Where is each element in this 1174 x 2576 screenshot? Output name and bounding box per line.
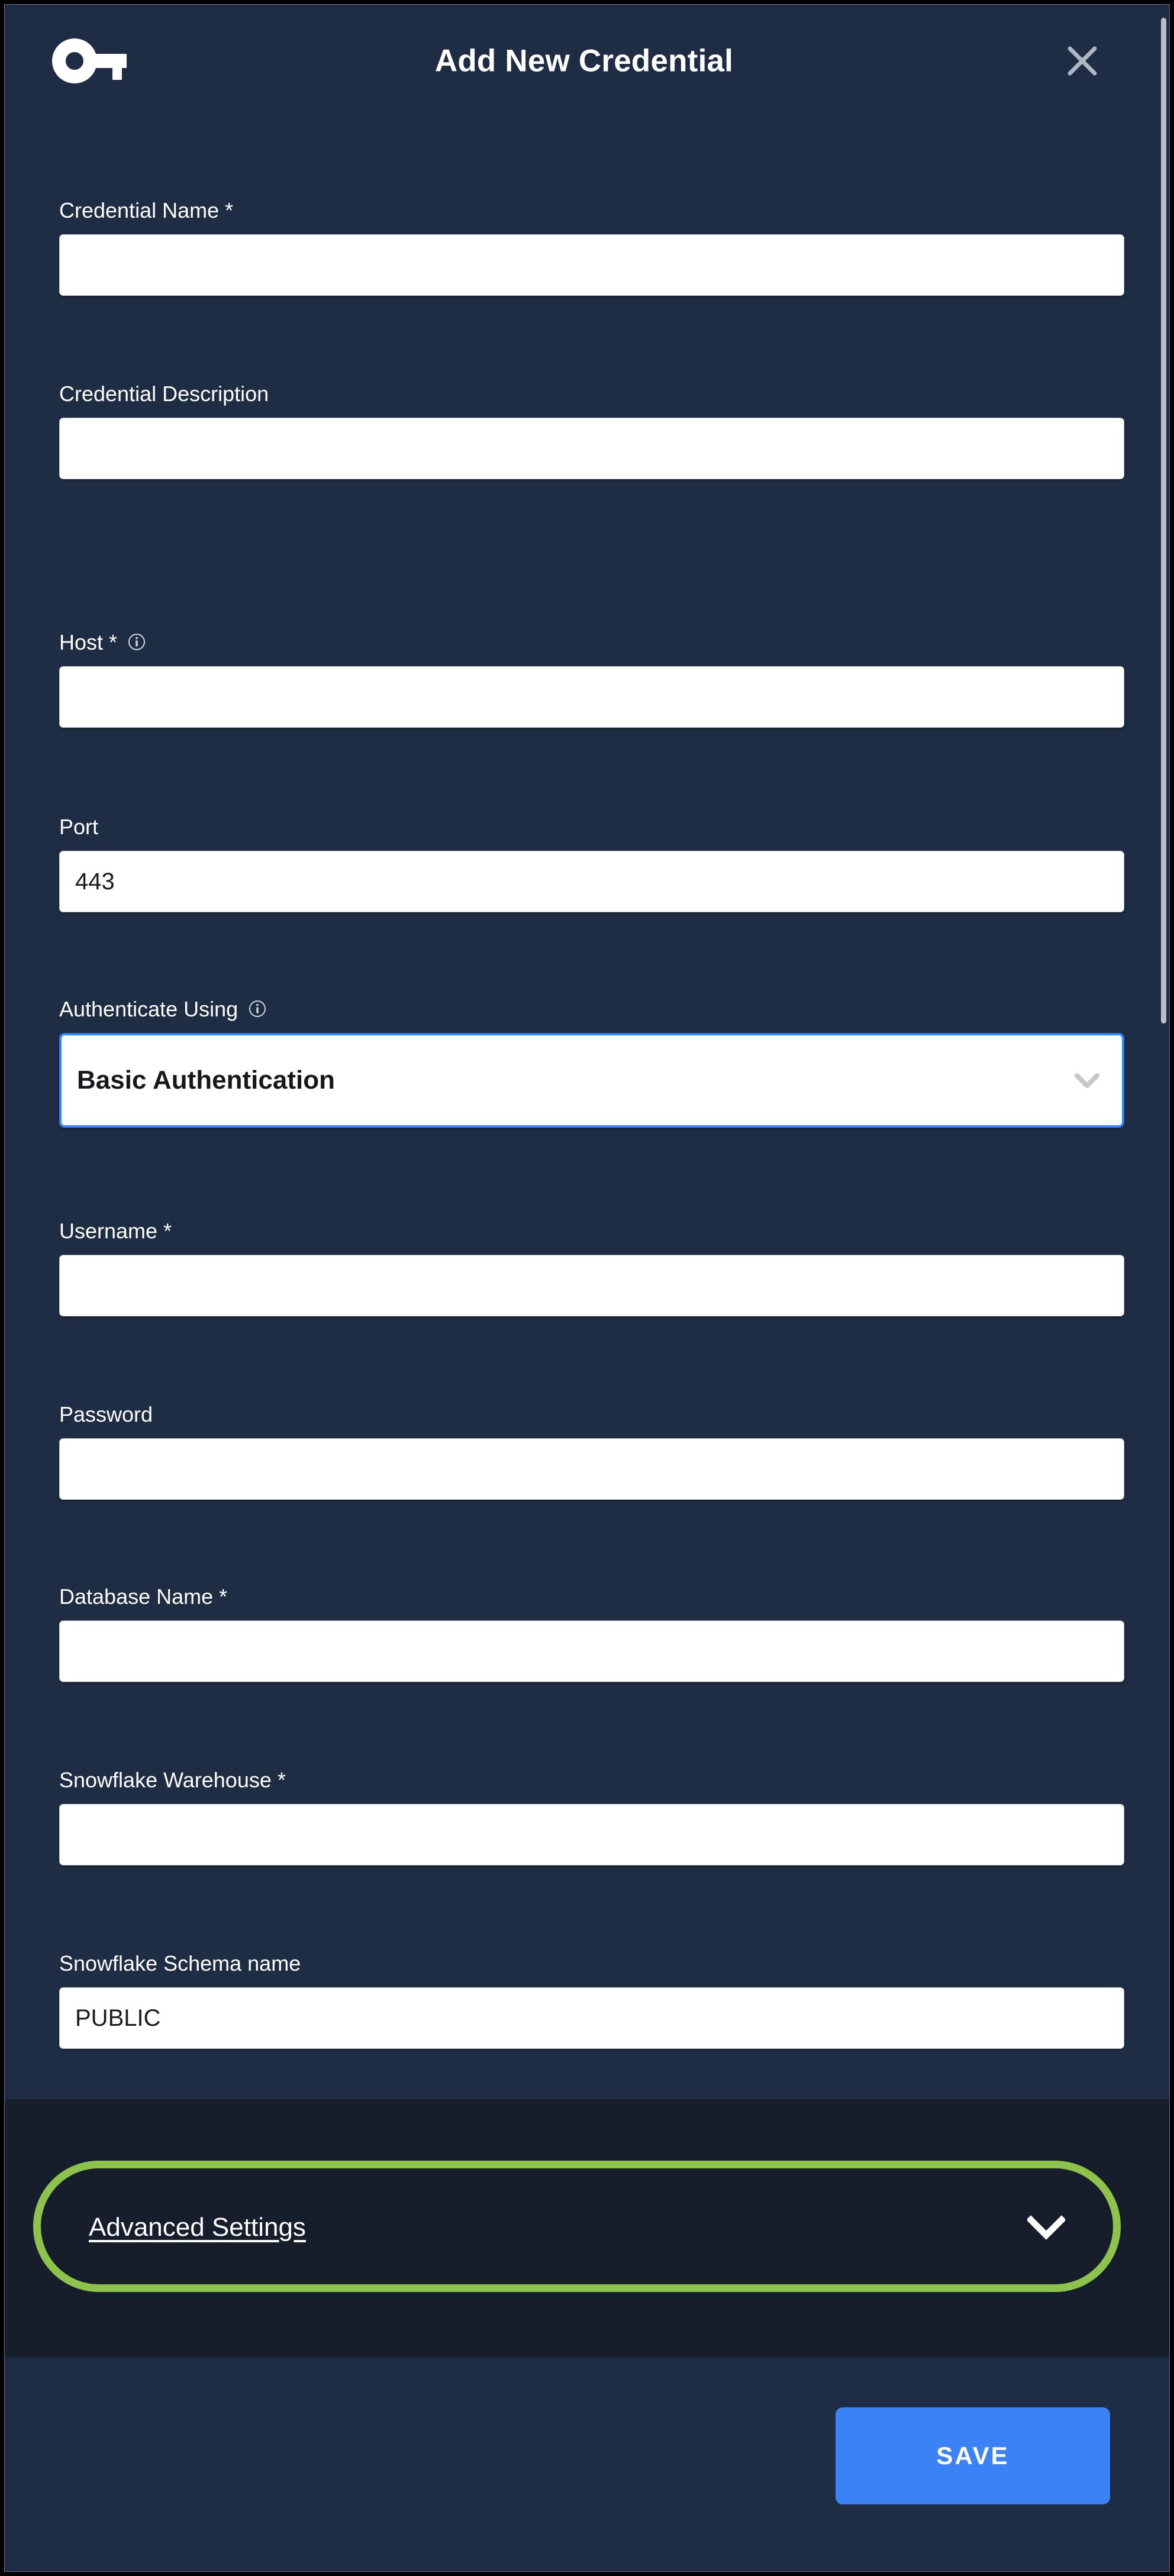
- field-username: Username *: [59, 1218, 1124, 1316]
- label-password: Password: [59, 1402, 1124, 1428]
- credential-name-input[interactable]: [59, 234, 1124, 296]
- label-port: Port: [59, 814, 1124, 840]
- label-username: Username *: [59, 1218, 1124, 1244]
- label-text: Credential Name: [59, 198, 220, 222]
- required-marker: *: [277, 1768, 286, 1792]
- credential-description-input[interactable]: [59, 418, 1124, 479]
- snowflake-schema-name-input[interactable]: PUBLIC: [59, 1987, 1124, 2049]
- authenticate-using-select[interactable]: Basic Authentication: [59, 1033, 1124, 1128]
- label-text: Username: [59, 1219, 158, 1243]
- label-text: Credential Description: [59, 382, 269, 406]
- modal-footer: SAVE: [5, 2358, 1169, 2571]
- field-credential-name: Credential Name *: [59, 198, 1124, 296]
- save-button[interactable]: SAVE: [836, 2407, 1110, 2504]
- advanced-settings-section: Advanced Settings: [5, 2099, 1169, 2358]
- select-control[interactable]: Basic Authentication: [59, 1033, 1124, 1128]
- field-password: Password: [59, 1402, 1124, 1500]
- field-port: Port 443: [59, 814, 1124, 912]
- info-icon[interactable]: [128, 631, 146, 650]
- modal-title: Add New Credential: [434, 43, 734, 79]
- field-host: Host *: [59, 630, 1124, 728]
- password-input[interactable]: [59, 1438, 1124, 1500]
- label-host: Host *: [59, 630, 1124, 656]
- field-credential-description: Credential Description: [59, 381, 1124, 479]
- label-database-name: Database Name *: [59, 1584, 1124, 1610]
- label-text: Host: [59, 630, 104, 654]
- required-marker: *: [163, 1219, 172, 1243]
- chevron-down-icon[interactable]: [1070, 1063, 1104, 1097]
- required-marker: *: [109, 630, 118, 654]
- label-text: Snowflake Schema name: [59, 1951, 301, 1975]
- required-marker: *: [225, 198, 234, 222]
- label-text: Password: [59, 1402, 153, 1426]
- username-input[interactable]: [59, 1255, 1124, 1316]
- select-selected-value: Basic Authentication: [77, 1066, 335, 1095]
- label-credential-description: Credential Description: [59, 381, 1124, 407]
- database-name-input[interactable]: [59, 1621, 1124, 1682]
- info-icon[interactable]: [249, 998, 266, 1017]
- close-icon[interactable]: [1062, 40, 1103, 82]
- label-snowflake-schema-name: Snowflake Schema name: [59, 1951, 1124, 1977]
- field-database-name: Database Name *: [59, 1584, 1124, 1682]
- label-credential-name: Credential Name *: [59, 198, 1124, 224]
- label-text: Authenticate Using: [59, 997, 238, 1021]
- modal-header: Add New Credential: [5, 5, 1169, 121]
- advanced-settings-label: Advanced Settings: [89, 2213, 306, 2242]
- required-marker: *: [219, 1584, 228, 1609]
- field-snowflake-schema-name: Snowflake Schema name PUBLIC: [59, 1951, 1124, 2049]
- snowflake-warehouse-input[interactable]: [59, 1804, 1124, 1865]
- scrollbar-thumb[interactable]: [1161, 18, 1166, 1024]
- host-input[interactable]: [59, 666, 1124, 728]
- label-snowflake-warehouse: Snowflake Warehouse *: [59, 1767, 1124, 1793]
- port-input[interactable]: 443: [59, 851, 1124, 912]
- add-credential-modal: Add New Credential Credential Name * Cre…: [5, 5, 1169, 2571]
- scrollbar-track[interactable]: [1161, 11, 1168, 2567]
- label-text: Snowflake Warehouse: [59, 1768, 272, 1792]
- field-snowflake-warehouse: Snowflake Warehouse *: [59, 1767, 1124, 1865]
- credential-form: Credential Name * Credential Description…: [5, 121, 1169, 2097]
- label-text: Port: [59, 815, 99, 839]
- field-authenticate-using: Authenticate Using Basic Authentication: [59, 996, 1124, 1128]
- label-text: Database Name: [59, 1584, 214, 1609]
- advanced-settings-toggle[interactable]: Advanced Settings: [59, 2171, 1118, 2284]
- label-authenticate-using: Authenticate Using: [59, 996, 1124, 1022]
- chevron-down-icon[interactable]: [1026, 2215, 1066, 2240]
